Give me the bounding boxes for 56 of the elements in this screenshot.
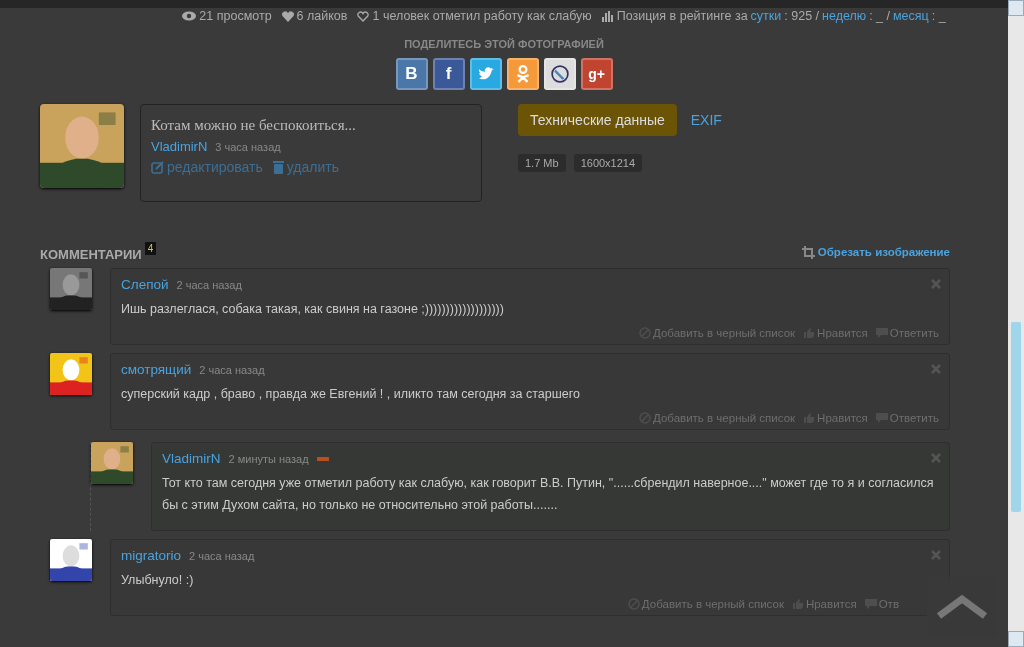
close-icon[interactable] [931, 453, 941, 463]
vk-share-button[interactable]: В [395, 58, 428, 90]
weak-votes-text: 1 человек отметил работу как слабую [372, 9, 592, 23]
close-icon[interactable] [931, 364, 941, 374]
views-count: 21 просмотр [199, 9, 272, 23]
chevron-up-icon [935, 594, 989, 620]
author-link[interactable]: VladimirN [151, 139, 208, 154]
likes-count: 6 лайков [296, 9, 348, 23]
info-tag: 1.7 Mb [518, 154, 566, 172]
author-link[interactable]: migratorio [121, 548, 182, 563]
trash-icon [272, 160, 284, 174]
rating-period-link[interactable]: сутки [750, 9, 782, 23]
edit-link[interactable]: редактировать [151, 159, 263, 175]
google-plus-share-button[interactable]: g+ [580, 58, 613, 90]
author-link[interactable]: Слепой [121, 277, 169, 292]
info-tag: 1600x1214 [573, 154, 643, 172]
scroll-up-button[interactable] [1008, 0, 1024, 16]
comment-count-badge: 4 [144, 242, 157, 255]
rating-text: : _ / [869, 9, 890, 23]
comment-text: суперский кадр , браво , правда же Евгений ! , иликто там сегодня за старшего [121, 386, 581, 403]
odnoklassniki-share-button[interactable] [506, 58, 539, 90]
edit-icon [151, 160, 164, 174]
comment-time: 2 часа назад [176, 279, 242, 291]
comment-time: 2 часа назад [189, 550, 255, 562]
comment-time: 2 минуты назад [228, 453, 309, 465]
close-icon[interactable] [931, 550, 941, 560]
photo-title: Котам можно не беспокоиться... [151, 117, 357, 134]
comment-text: Улыбнуло! :) [121, 572, 195, 589]
scrollbar-thumb[interactable] [1011, 322, 1021, 512]
author-link[interactable]: смотрящий [121, 362, 192, 377]
bar-chart-icon [601, 10, 614, 22]
close-icon[interactable] [931, 279, 941, 289]
livejournal-share-button[interactable] [543, 58, 576, 90]
rating-period-link[interactable]: месяц [893, 9, 929, 23]
share-title: ПОДЕЛИТЕСЬ ЭТОЙ ФОТОГРАФИЕЙ [404, 38, 604, 50]
comments-heading: КОММЕНТАРИИ [40, 247, 142, 262]
heart-outline-icon [357, 10, 370, 22]
comment-text: Ишь разлеглася, собака такая, как свиня на газоне ;))))))))))))))))))) [121, 301, 505, 318]
rating-text: : _ [931, 9, 946, 23]
eye-icon [182, 11, 197, 21]
post-time: 3 часа назад [215, 141, 281, 153]
delete-link[interactable]: удалить [272, 159, 339, 175]
crop-image-link[interactable]: Обрезать изображение [801, 245, 950, 259]
comment-text: Тот кто там сегодня уже отметил работу как слабую, как говорит В.В. Путин, "......сбрендил наверное...." может где то я и согласился бы с этим Духом сайта, но только не относительно этой работы....... [162, 475, 935, 514]
rating-text: Позиция в рейтинге за [616, 9, 748, 23]
rating-period-link[interactable]: неделю [822, 9, 867, 23]
facebook-share-button[interactable]: f [432, 58, 465, 90]
heart-icon [281, 10, 294, 22]
crop-icon [801, 245, 815, 259]
twitter-share-button[interactable] [469, 58, 502, 90]
tech-data-button[interactable]: Технические данные [518, 104, 677, 136]
comment-time: 2 часа назад [199, 364, 265, 376]
rating-text: : 925 / [784, 9, 820, 23]
author-link[interactable]: VladimirN [162, 451, 221, 466]
exif-link[interactable]: EXIF [690, 112, 722, 128]
scroll-down-button[interactable] [1008, 631, 1024, 647]
